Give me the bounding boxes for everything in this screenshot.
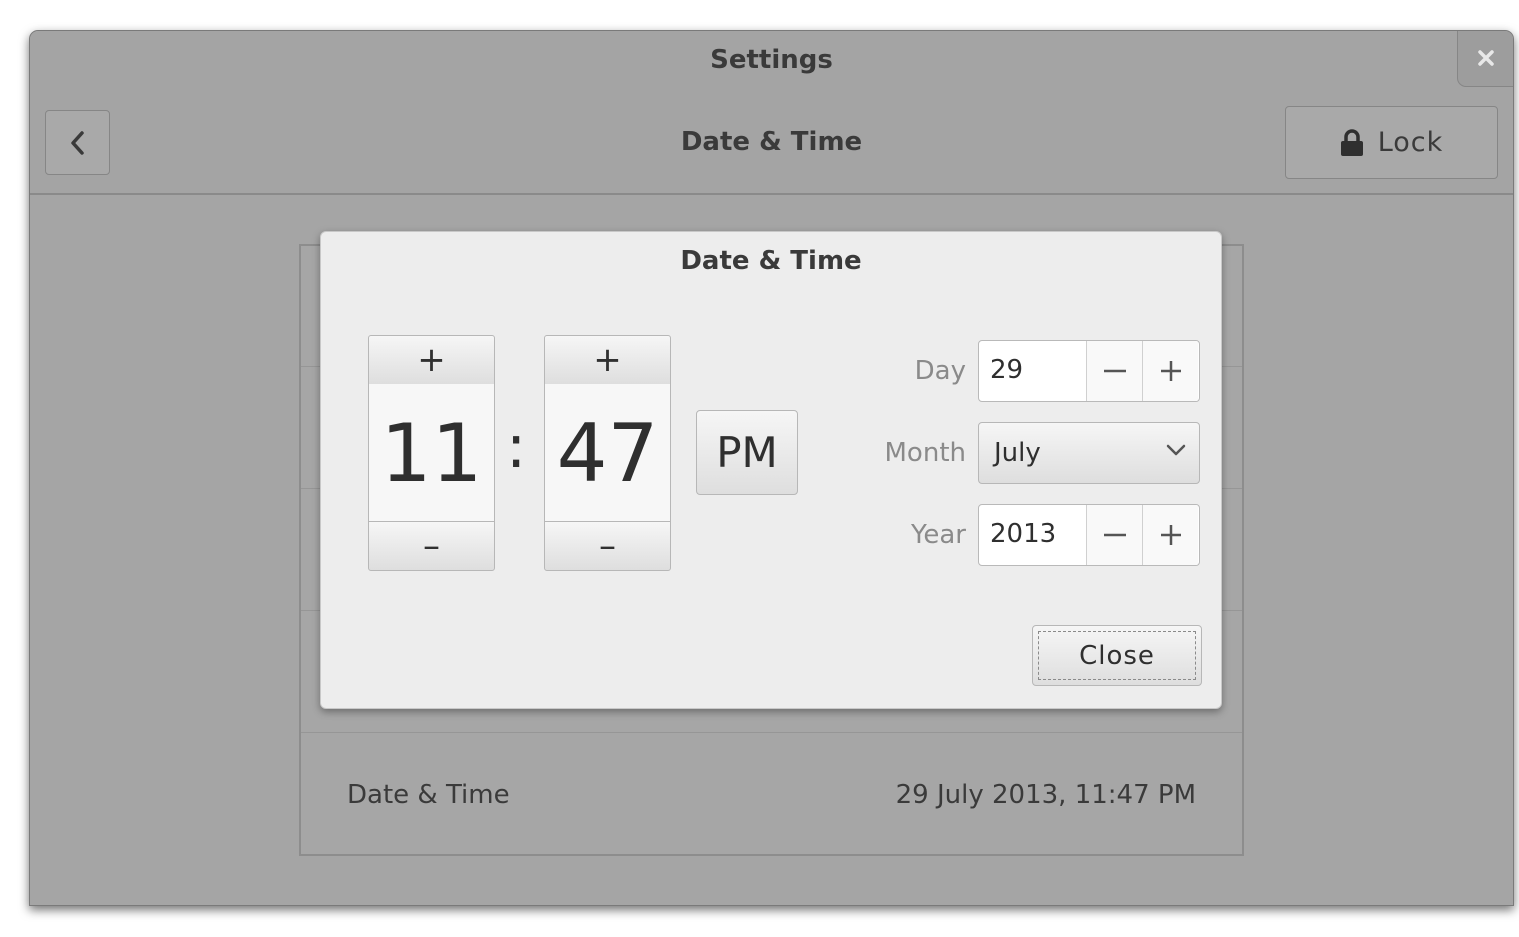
month-value: July xyxy=(994,438,1041,468)
day-increment-button[interactable] xyxy=(1142,341,1198,401)
minute-decrement-button[interactable]: – xyxy=(544,521,671,571)
header-bar: Settings Date & Time Lock xyxy=(30,31,1513,195)
plus-icon xyxy=(1160,525,1181,545)
day-input[interactable]: 29 xyxy=(990,355,1023,385)
hour-decrement-button[interactable]: – xyxy=(368,521,495,571)
minus-icon xyxy=(1103,369,1126,373)
chevron-down-icon xyxy=(1166,444,1186,456)
date-time-row-value[interactable]: 29 July 2013, 11:47 PM xyxy=(896,780,1196,810)
day-spin-field: 29 xyxy=(978,340,1200,402)
month-combo[interactable]: July xyxy=(978,422,1200,484)
ampm-toggle-button[interactable]: PM xyxy=(696,410,798,495)
dialog-title: Date & Time xyxy=(680,246,862,276)
window-title: Settings xyxy=(710,45,833,75)
lock-icon xyxy=(1340,128,1363,156)
window-close-button[interactable] xyxy=(1457,31,1513,87)
date-time-dialog: Date & Time + 11 – : + 47 – PM Day 29 Mo… xyxy=(320,231,1222,709)
year-input[interactable]: 2013 xyxy=(990,519,1056,549)
year-label: Year xyxy=(910,520,966,550)
day-label: Day xyxy=(914,356,966,386)
close-icon xyxy=(1478,50,1494,66)
month-label: Month xyxy=(884,438,967,468)
year-increment-button[interactable] xyxy=(1142,505,1198,565)
day-decrement-button[interactable] xyxy=(1086,341,1142,401)
minute-increment-button[interactable]: + xyxy=(544,335,671,385)
hour-value: 11 xyxy=(368,384,495,522)
hour-increment-button[interactable]: + xyxy=(368,335,495,385)
minute-value: 47 xyxy=(544,384,671,522)
lock-label: Lock xyxy=(1377,127,1444,158)
plus-icon xyxy=(1160,361,1181,381)
time-separator: : xyxy=(506,412,527,482)
minus-icon xyxy=(1103,533,1126,537)
hour-spinner: + 11 – xyxy=(368,335,495,571)
panel-divider xyxy=(301,732,1242,733)
year-decrement-button[interactable] xyxy=(1086,505,1142,565)
minute-spinner: + 47 – xyxy=(544,335,671,571)
lock-button[interactable]: Lock xyxy=(1285,106,1498,179)
date-time-row-label[interactable]: Date & Time xyxy=(347,780,510,810)
close-button[interactable]: Close xyxy=(1032,625,1202,686)
close-button-label: Close xyxy=(1038,631,1196,680)
year-spin-field: 2013 xyxy=(978,504,1200,566)
